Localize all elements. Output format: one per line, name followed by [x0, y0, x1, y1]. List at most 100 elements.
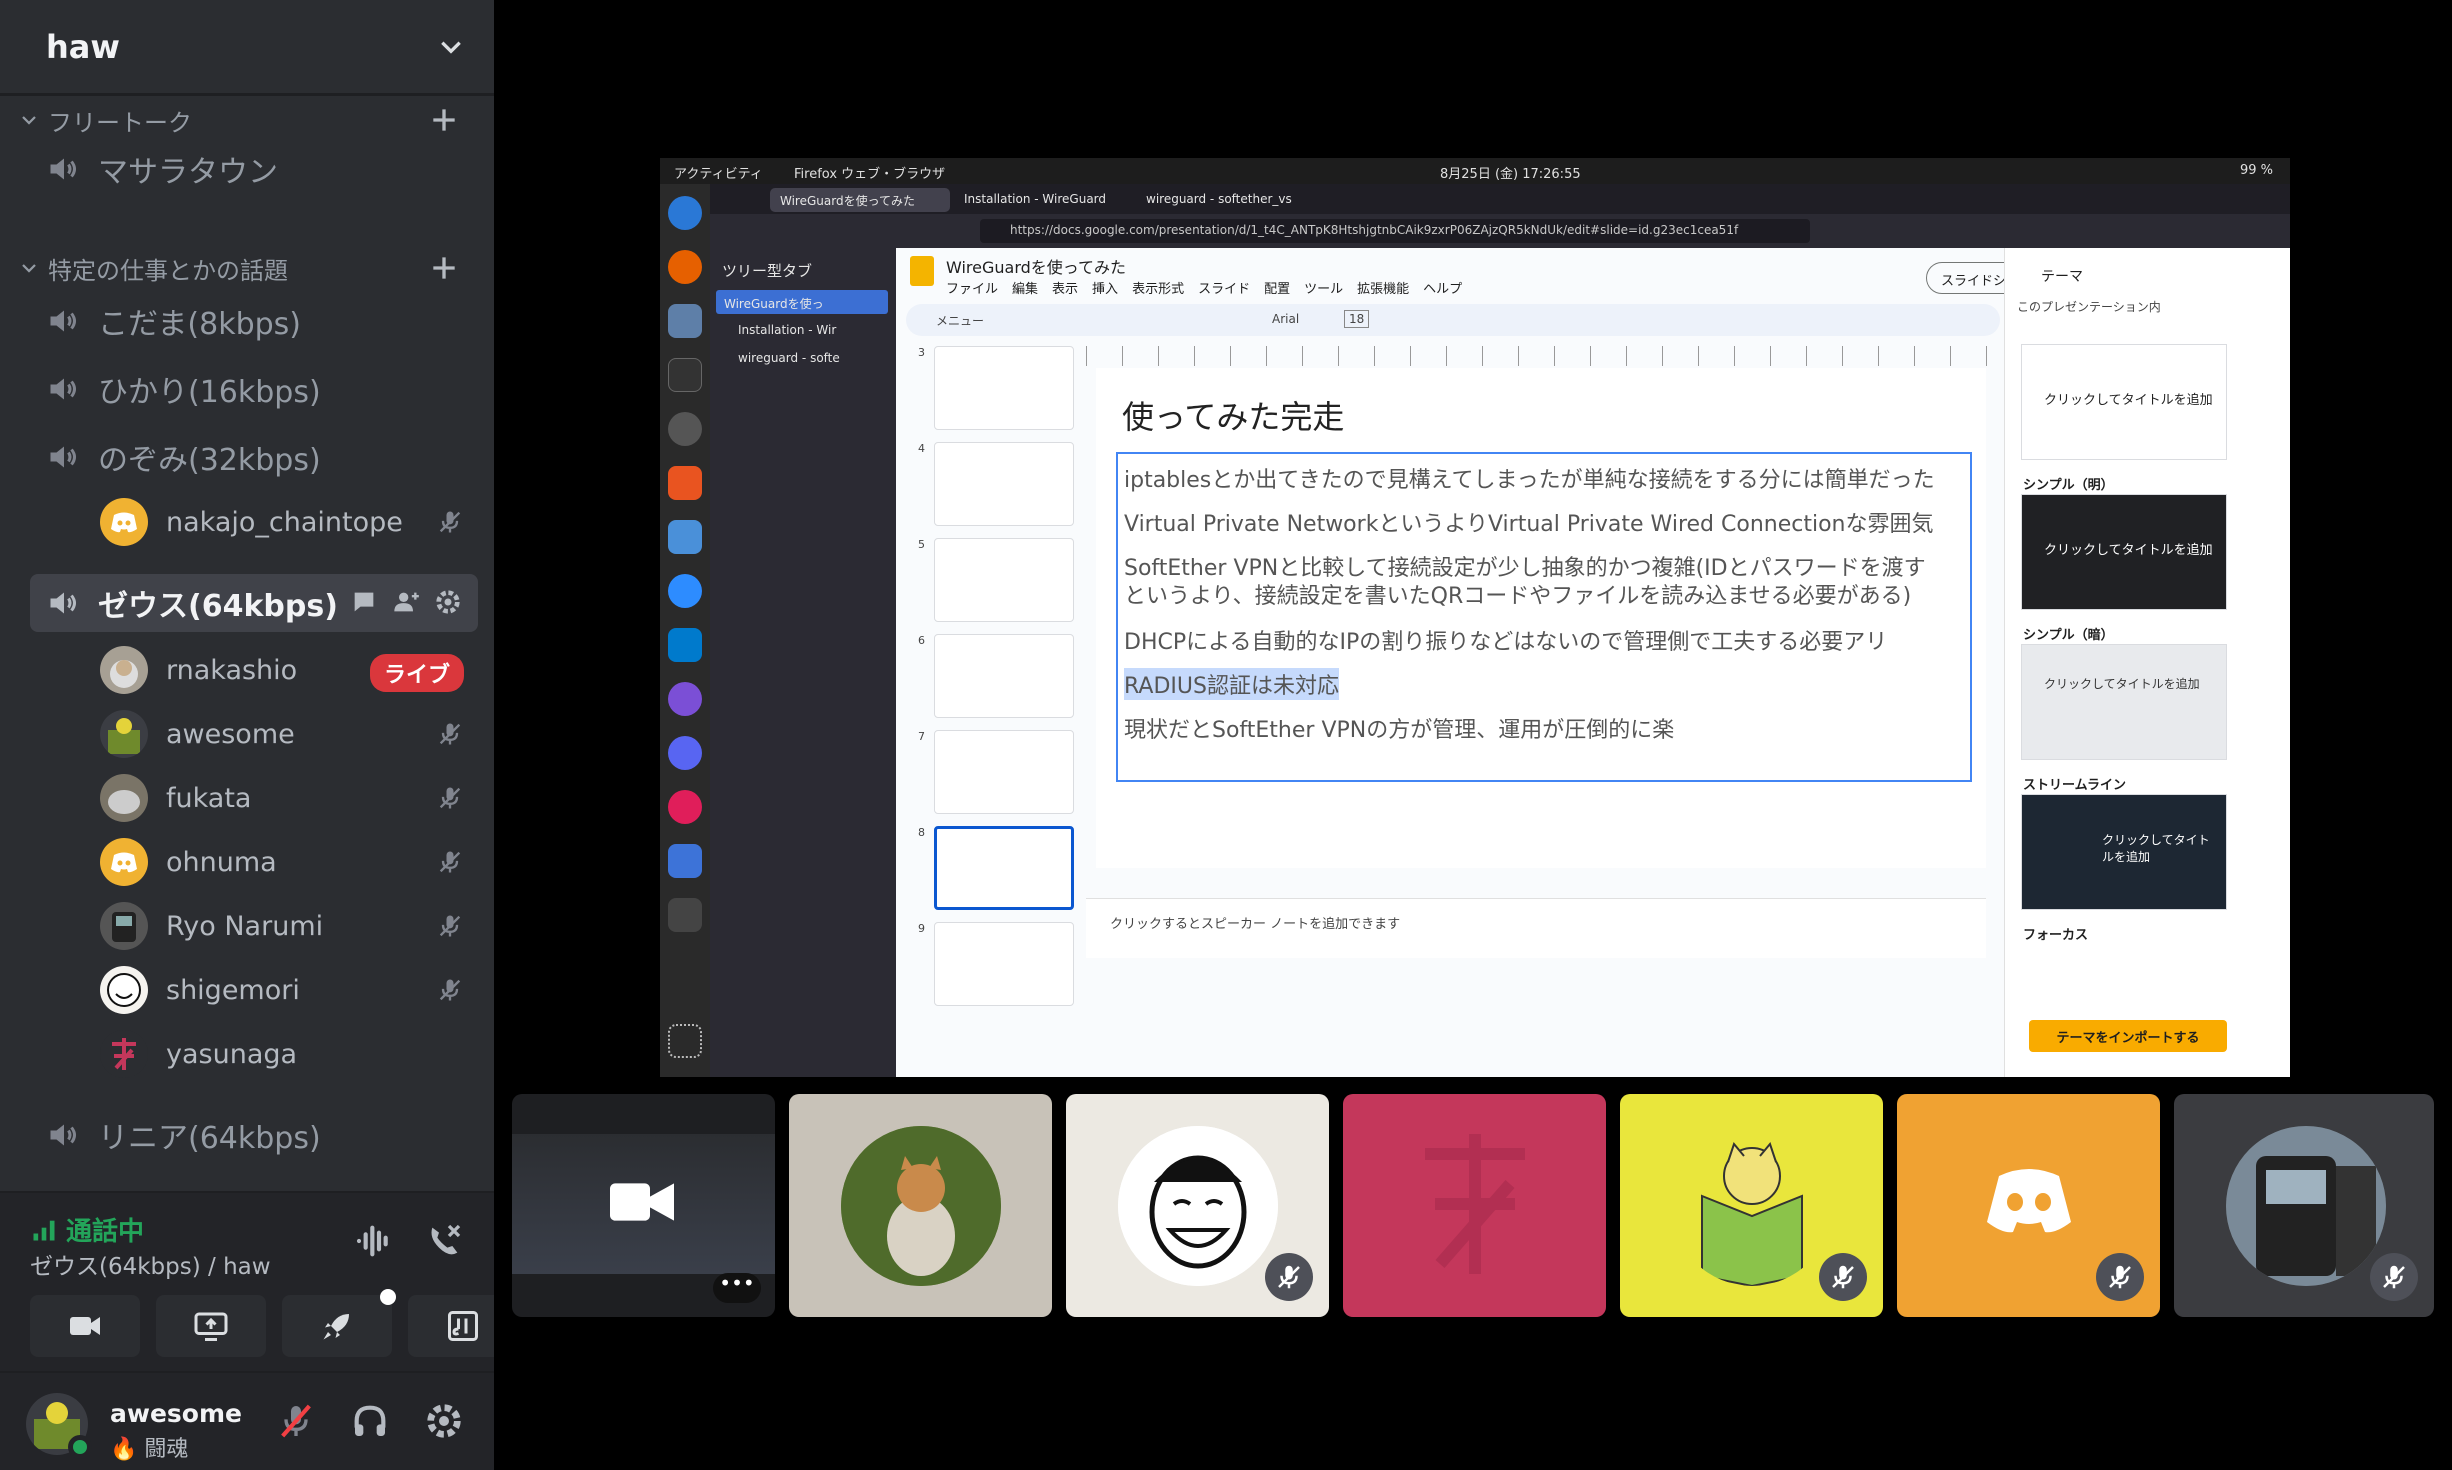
battery-level: 99 %	[2240, 163, 2274, 178]
camera-button[interactable]	[30, 1295, 140, 1357]
shared-screen-stream[interactable]: アクティビティ Firefox ウェブ・ブラウザ 8月25日 (金) 17:26…	[660, 158, 2290, 1077]
activities-button[interactable]	[282, 1289, 396, 1357]
channel-name: のぞみ(32kbps)	[98, 443, 321, 478]
mic-muted-icon	[439, 915, 461, 937]
voice-status[interactable]: 通話中	[30, 1211, 144, 1248]
headphones-icon[interactable]	[350, 1401, 390, 1441]
voice-channel-zeus[interactable]: ゼウス(64kbps)	[30, 574, 478, 632]
avatar	[100, 1030, 148, 1078]
server-name: haw	[46, 27, 120, 66]
participant-avatar	[1118, 1126, 1278, 1286]
menu-item: 挿入	[1092, 282, 1119, 297]
server-header[interactable]: haw	[0, 0, 494, 96]
kanji-avatar-icon	[1425, 1134, 1525, 1274]
slack-icon	[668, 790, 702, 824]
voice-channel-kodama[interactable]: こだま(8kbps)	[30, 292, 478, 350]
screen-share-button[interactable]	[156, 1295, 266, 1357]
mute-badge	[1265, 1253, 1313, 1301]
stream-tile[interactable]: •••	[512, 1094, 775, 1317]
channel-name: ゼウス(64kbps)	[98, 589, 338, 624]
train-photo-icon	[112, 912, 136, 942]
category-work-topics[interactable]: 特定の仕事とかの話題	[20, 248, 470, 288]
cat-avatar-icon	[108, 718, 140, 754]
voice-channel-path[interactable]: ゼウス(64kbps) / haw	[30, 1247, 271, 1281]
voice-channel-masara[interactable]: マサラタウン	[30, 140, 478, 198]
video-camera-icon	[70, 1317, 100, 1335]
theme-card: クリックしてタイトルを追加	[2021, 344, 2227, 460]
slide-textbox: iptablesとか出てきたので見構えてしまったが単純な接続をする分には簡単だっ…	[1116, 452, 1972, 782]
voice-member[interactable]: awesome	[100, 706, 480, 762]
face-illustration-icon	[1118, 1126, 1278, 1286]
user-name[interactable]: awesome	[110, 1399, 242, 1428]
voice-member[interactable]: nakajo_chaintope	[100, 494, 480, 550]
noise-suppression-icon[interactable]	[354, 1221, 394, 1261]
presentation-title: WireGuardを使ってみた	[946, 258, 1126, 277]
dock	[660, 184, 710, 1077]
theme-panel: テーマ このプレゼンテーション内 クリックしてタイトルを追加 シンプル（明） ク…	[2004, 248, 2290, 1077]
voice-channel-nozomi[interactable]: のぞみ(32kbps)	[30, 428, 478, 486]
gear-icon[interactable]	[434, 588, 462, 616]
user-custom-status: 🔥 闘魂	[110, 1437, 189, 1462]
add-channel-icon[interactable]	[428, 252, 460, 284]
channel-list: フリートーク マサラタウン 特定の仕事とかの話題 こだま(8kbps) ひかり(…	[0, 96, 494, 1191]
mic-muted-icon	[439, 787, 461, 809]
participant-tile[interactable]	[1343, 1094, 1606, 1317]
member-name: nakajo_chaintope	[166, 506, 403, 538]
rocket-icon	[323, 1314, 349, 1340]
category-free-talk[interactable]: フリートーク	[20, 100, 470, 140]
participant-tile[interactable]	[1066, 1094, 1329, 1317]
channel-name: リニア(64kbps)	[98, 1121, 321, 1156]
category-label: フリートーク	[48, 108, 192, 137]
menu-item: ヘルプ	[1423, 282, 1463, 297]
mic-muted-icon[interactable]	[276, 1401, 316, 1441]
theme-name: フォーカス	[2023, 928, 2089, 943]
google-slides-app: WireGuardを使ってみた ファイル 編集 表示 挿入 表示形式 スライド …	[896, 248, 2290, 1077]
slide-thumbnail-selected	[934, 826, 1074, 910]
menu-search: メニュー	[936, 314, 985, 328]
speaker-icon	[50, 446, 76, 468]
voice-channel-linear[interactable]: リニア(64kbps)	[30, 1106, 478, 1164]
participant-tile[interactable]	[789, 1094, 1052, 1317]
theme-card-title: クリックしてタイトルを追加	[2044, 393, 2213, 408]
slide-canvas: 使ってみた完走 iptablesとか出てきたので見構えてしまったが単純な接続をす…	[1096, 368, 1986, 868]
disconnect-icon[interactable]	[424, 1221, 464, 1261]
voice-member[interactable]: rnakashio ライブ	[100, 642, 480, 698]
discord-icon	[668, 736, 702, 770]
slide-number: 7	[918, 730, 925, 743]
theme-card-title: クリックしてタイトルを追加	[2102, 833, 2210, 864]
slide-bullet: 現状だとSoftEther VPNの方が管理、運用が圧倒的に楽	[1124, 718, 1675, 743]
menu-item: 表示形式	[1132, 282, 1185, 297]
participant-tile[interactable]	[1897, 1094, 2160, 1317]
editor-toolbar: メニュー Arial 18	[906, 304, 2000, 336]
voice-member[interactable]: Ryo Narumi	[100, 898, 480, 954]
participant-tile[interactable]	[2174, 1094, 2434, 1317]
train-photo-icon	[2226, 1126, 2386, 1286]
cat-photo-icon	[110, 660, 138, 688]
channel-name: こだま(8kbps)	[98, 307, 301, 342]
voice-channel-hikari[interactable]: ひかり(16kbps)	[30, 360, 478, 418]
more-options-icon[interactable]: •••	[713, 1273, 761, 1303]
participant-tile[interactable]	[1620, 1094, 1883, 1317]
live-badge: ライブ	[369, 654, 464, 692]
slide-number: 9	[918, 922, 925, 935]
avatar	[100, 902, 148, 950]
mic-muted-icon	[439, 723, 461, 745]
voice-member[interactable]: ohnuma	[100, 834, 480, 890]
discord-logo-icon	[111, 852, 137, 873]
voice-member[interactable]: yasunaga	[100, 1026, 480, 1082]
invite-member-icon[interactable]	[392, 588, 420, 616]
gear-icon[interactable]	[424, 1401, 464, 1441]
tree-tabs-title: ツリー型タブ	[722, 262, 813, 280]
screenshot-icon	[668, 844, 702, 878]
slide-number: 4	[918, 442, 925, 455]
avatar	[100, 838, 148, 886]
voice-stage: アクティビティ Firefox ウェブ・ブラウザ 8月25日 (金) 17:26…	[494, 0, 2452, 1470]
voice-member[interactable]: fukata	[100, 770, 480, 826]
add-channel-icon[interactable]	[428, 104, 460, 136]
theme-card: クリックしてタイトルを追加	[2021, 644, 2227, 760]
chat-icon[interactable]	[350, 588, 378, 616]
firefox-icon	[668, 250, 702, 284]
member-name: fukata	[166, 782, 252, 814]
voice-member[interactable]: shigemori	[100, 962, 480, 1018]
soundboard-button[interactable]	[408, 1295, 494, 1357]
